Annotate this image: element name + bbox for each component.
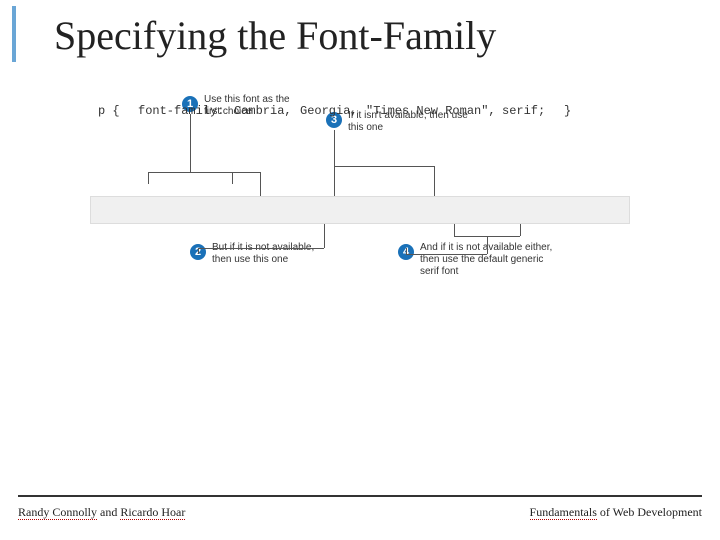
font-family-diagram: 1 Use this font as the first choice 3 If… [90, 98, 630, 298]
code-font-1: Cambria, [234, 98, 292, 124]
page-title: Specifying the Font-Family [54, 12, 496, 59]
connector-line [334, 130, 335, 166]
connector-line [324, 224, 325, 248]
code-font-4: serif; [502, 98, 545, 124]
book-word-1: Fundamentals [530, 505, 597, 520]
code-selector: p { [98, 98, 120, 124]
footer-rule [18, 495, 702, 497]
author-1: Randy Connolly [18, 505, 97, 520]
connector-line [406, 248, 407, 254]
connector-line [406, 254, 487, 255]
book-rest: of Web Development [597, 505, 702, 519]
connector-line [198, 248, 199, 254]
connector-line [434, 166, 435, 196]
connector-line [454, 224, 455, 236]
connector-line [190, 172, 260, 173]
connector-line [334, 166, 434, 167]
connector-line [334, 166, 335, 196]
connector-line [487, 236, 488, 254]
footer-and: and [97, 505, 120, 519]
annotation-2: But if it is not available, then use thi… [212, 242, 322, 266]
author-2: Ricardo Hoar [120, 505, 185, 520]
connector-line [198, 248, 324, 249]
connector-line [232, 172, 233, 184]
code-band [90, 196, 630, 224]
connector-line [260, 172, 261, 196]
footer-authors: Randy Connolly and Ricardo Hoar [18, 505, 185, 520]
accent-bar [12, 6, 16, 62]
connector-line [190, 114, 191, 172]
footer-book: Fundamentals of Web Development [530, 505, 702, 520]
code-close: } [564, 98, 571, 124]
connector-line [520, 224, 521, 236]
code-font-3: "Times New Roman", [366, 98, 496, 124]
slide: Specifying the Font-Family 1 Use this fo… [0, 0, 720, 540]
code-property: font-family: [138, 98, 224, 124]
annotation-4: And if it is not available either, then … [420, 242, 560, 278]
connector-line [148, 172, 149, 184]
code-font-2: Georgia, [300, 98, 358, 124]
